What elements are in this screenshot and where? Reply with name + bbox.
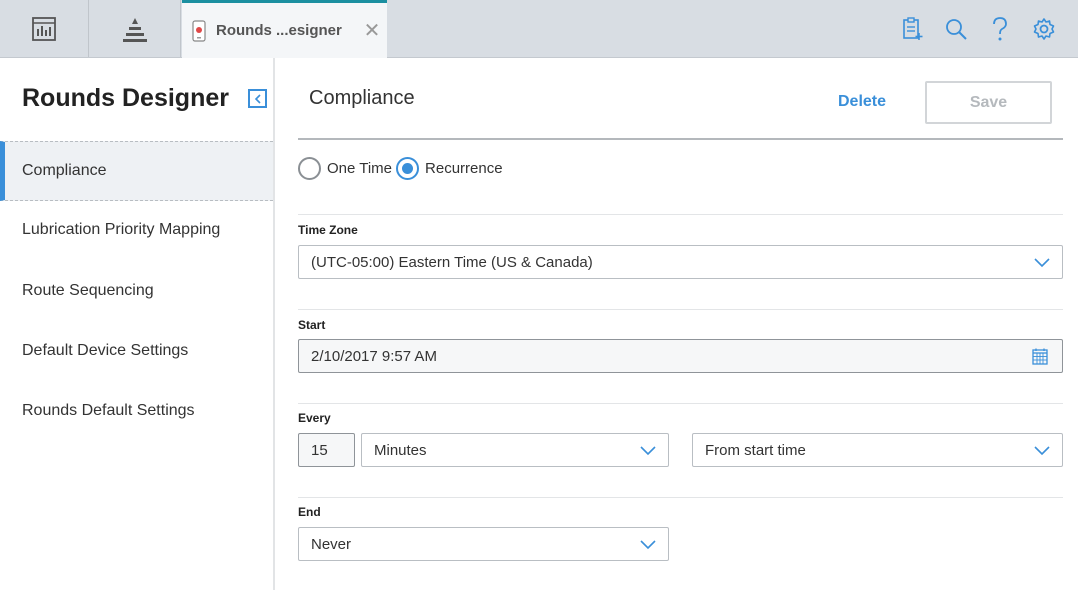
hierarchy-button[interactable] [89, 0, 181, 57]
divider [298, 403, 1063, 404]
sidebar-item-default-device-settings[interactable]: Default Device Settings [0, 321, 273, 381]
every-unit-value: Minutes [374, 441, 427, 459]
chevron-down-icon [1034, 446, 1050, 456]
dashboard-button[interactable] [0, 0, 89, 57]
delete-button[interactable]: Delete [822, 88, 902, 116]
every-label: Every [298, 411, 331, 425]
tab-rounds-designer[interactable]: Rounds ...esigner ✕ [182, 0, 387, 58]
sidebar-item-label: Rounds Default Settings [22, 402, 195, 419]
sidebar-item-label: Default Device Settings [22, 342, 189, 359]
sidebar-item-compliance[interactable]: Compliance [0, 141, 273, 201]
sidebar-item-rounds-default-settings[interactable]: Rounds Default Settings [0, 381, 273, 441]
time-zone-select[interactable]: (UTC-05:00) Eastern Time (US & Canada) [298, 245, 1063, 279]
mobile-device-icon [192, 19, 206, 42]
add-note-button[interactable] [899, 16, 925, 42]
recurrence-radio[interactable] [396, 157, 420, 180]
sidebar-title: Rounds Designer [22, 84, 229, 112]
divider [298, 309, 1063, 310]
recurrence-label: Recurrence [425, 160, 503, 177]
search-button[interactable] [943, 16, 969, 42]
every-count-value: 15 [311, 441, 328, 459]
start-label: Start [298, 318, 326, 332]
calendar-icon[interactable] [1032, 348, 1048, 365]
chevron-down-icon [1034, 258, 1050, 268]
end-select[interactable]: Never [298, 527, 669, 561]
divider [298, 497, 1063, 498]
end-value: Never [311, 535, 352, 553]
one-time-radio[interactable] [298, 157, 321, 180]
tab-label: Rounds ...esigner [216, 22, 342, 39]
chevron-down-icon [640, 540, 656, 550]
sidebar-item-lubrication-priority-mapping[interactable]: Lubrication Priority Mapping [0, 200, 273, 260]
end-label: End [298, 505, 321, 519]
page-title: Compliance [309, 87, 415, 109]
settings-button[interactable] [1031, 16, 1057, 42]
every-from-value: From start time [705, 441, 806, 459]
time-zone-label: Time Zone [298, 223, 358, 237]
close-icon[interactable]: ✕ [357, 18, 387, 43]
start-date-value: 2/10/2017 9:57 AM [311, 347, 437, 365]
time-zone-value: (UTC-05:00) Eastern Time (US & Canada) [311, 253, 593, 271]
collapse-sidebar-button[interactable] [248, 89, 267, 108]
help-icon [993, 17, 1007, 41]
one-time-label: One Time [327, 160, 393, 177]
every-from-select[interactable]: From start time [692, 433, 1063, 467]
every-count-input[interactable]: 15 [298, 433, 355, 467]
every-unit-select[interactable]: Minutes [361, 433, 669, 467]
help-button[interactable] [987, 16, 1013, 42]
dashboard-icon [32, 16, 56, 41]
search-icon [946, 19, 967, 40]
sidebar-item-label: Lubrication Priority Mapping [22, 221, 221, 238]
title-divider [298, 138, 1063, 140]
save-button[interactable]: Save [925, 81, 1052, 124]
chevron-down-icon [640, 446, 656, 456]
add-note-icon [903, 17, 923, 40]
chevron-left-icon [254, 93, 261, 104]
top-bar: Rounds ...esigner ✕ [0, 0, 1078, 58]
sidebar-item-label: Route Sequencing [22, 282, 154, 299]
sidebar-item-route-sequencing[interactable]: Route Sequencing [0, 261, 273, 321]
settings-icon [1033, 18, 1055, 40]
divider [298, 214, 1063, 215]
sidebar: Rounds Designer Compliance Lubrication P… [0, 58, 275, 590]
sidebar-item-label: Compliance [22, 162, 107, 179]
schedule-type-radio-group: One Time Recurrence [298, 157, 507, 180]
start-date-input[interactable]: 2/10/2017 9:57 AM [298, 339, 1063, 373]
hierarchy-icon [122, 17, 147, 42]
